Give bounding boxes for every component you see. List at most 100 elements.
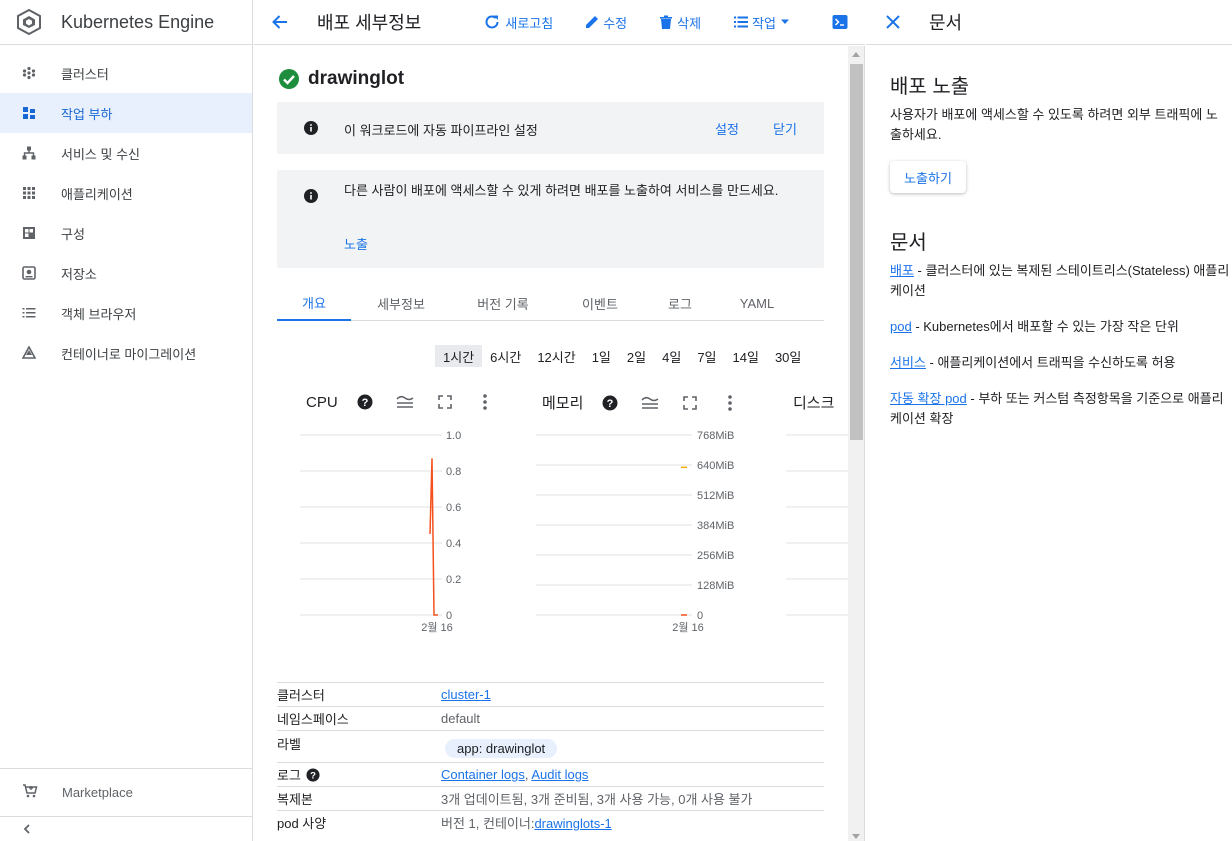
range-14d[interactable]: 14일 bbox=[725, 345, 767, 367]
doc-link[interactable]: 자동 확장 pod bbox=[890, 391, 967, 406]
range-7d[interactable]: 7일 bbox=[689, 345, 724, 367]
refresh-icon bbox=[485, 15, 499, 29]
help-icon[interactable]: ? bbox=[600, 393, 620, 413]
y-tick-label: 1.0 bbox=[446, 430, 461, 442]
workloads-icon bbox=[22, 106, 36, 120]
audit-logs-link[interactable]: Audit logs bbox=[531, 767, 588, 782]
cpu-chart-title: CPU bbox=[306, 393, 338, 411]
fullscreen-icon[interactable] bbox=[435, 392, 455, 412]
detail-row-labels: 라벨 app: drawinglot bbox=[277, 730, 824, 762]
dismiss-banner-link[interactable]: 닫기 bbox=[773, 119, 797, 138]
doc-text: - Kubernetes에서 배포할 수 있는 가장 작은 단위 bbox=[911, 319, 1179, 334]
legend-toggle-icon[interactable] bbox=[640, 393, 660, 413]
sidebar-item-object-browser[interactable]: 객체 브라우저 bbox=[0, 293, 252, 333]
docs-side-panel: 문서 배포 노출 사용자가 배포에 액세스할 수 있도록 하려면 외부 트래픽에… bbox=[866, 0, 1232, 841]
y-tick-label: 128MiB bbox=[697, 580, 734, 592]
migrate-icon bbox=[22, 346, 36, 360]
sidebar-nav: 클러스터 작업 부하 서비스 및 수신 애플리케이션 구성 저장소 객체 브라우… bbox=[0, 53, 252, 373]
sidebar-item-label: 저장소 bbox=[61, 266, 97, 282]
tab-yaml[interactable]: YAML bbox=[715, 286, 799, 321]
y-tick-label: 0 bbox=[446, 610, 452, 622]
close-panel-button[interactable] bbox=[885, 14, 903, 30]
status-ok-icon bbox=[279, 69, 299, 89]
range-2d[interactable]: 2일 bbox=[619, 345, 654, 367]
left-sidebar: Kubernetes Engine 클러스터 작업 부하 서비스 및 수신 애플… bbox=[0, 0, 253, 841]
edit-button[interactable]: 수정 bbox=[585, 13, 627, 32]
expose-description-line: 출하세요. bbox=[890, 127, 942, 142]
sidebar-item-applications[interactable]: 애플리케이션 bbox=[0, 173, 252, 213]
page-title: 배포 세부정보 bbox=[317, 13, 422, 33]
cluster-link[interactable]: cluster-1 bbox=[441, 687, 491, 702]
info-icon bbox=[304, 189, 318, 203]
disk-chart bbox=[786, 434, 848, 616]
expose-link[interactable]: 노출 bbox=[344, 234, 368, 253]
logs-key-label: 로그 bbox=[277, 768, 301, 783]
tab-events[interactable]: 이벤트 bbox=[555, 286, 645, 321]
expose-banner: 다른 사람이 배포에 액세스할 수 있게 하려면 배포를 노출하여 서비스를 만… bbox=[277, 170, 824, 268]
help-icon[interactable]: ? bbox=[306, 767, 320, 782]
main-scrollbar[interactable] bbox=[848, 46, 865, 841]
sidebar-item-migrate[interactable]: 컨테이너로 마이그레이션 bbox=[0, 333, 252, 373]
sidebar-item-config[interactable]: 구성 bbox=[0, 213, 252, 253]
range-30d[interactable]: 30일 bbox=[767, 345, 809, 367]
doc-item-autoscale: 자동 확장 pod - 부하 또는 커스텀 측정항목을 기준으로 애플리 케이션… bbox=[890, 389, 1232, 429]
container-logs-link[interactable]: Container logs bbox=[441, 767, 525, 782]
doc-link[interactable]: 배포 bbox=[890, 263, 914, 278]
sidebar-item-services[interactable]: 서비스 및 수신 bbox=[0, 133, 252, 173]
sidebar-item-label: 서비스 및 수신 bbox=[61, 146, 140, 162]
sidebar-item-label: 작업 부하 bbox=[61, 106, 113, 122]
sidebar-item-marketplace[interactable]: Marketplace bbox=[0, 769, 252, 817]
setup-pipeline-link[interactable]: 설정 bbox=[715, 119, 739, 138]
actions-menu-button[interactable]: 작업 bbox=[734, 13, 794, 32]
tab-revision-history[interactable]: 버전 기록 bbox=[451, 286, 555, 321]
detail-row-cluster: 클러스터 cluster-1 bbox=[277, 682, 824, 706]
range-1d[interactable]: 1일 bbox=[584, 345, 619, 367]
container-link[interactable]: drawinglots-1 bbox=[534, 816, 611, 831]
marketplace-label: Marketplace bbox=[62, 785, 133, 800]
doc-link[interactable]: pod bbox=[890, 319, 912, 334]
range-4d[interactable]: 4일 bbox=[654, 345, 689, 367]
scroll-up-arrow-icon[interactable] bbox=[852, 52, 860, 57]
sidebar-item-label: 객체 브라우저 bbox=[61, 306, 137, 322]
detail-row-namespace: 네임스페이스 default bbox=[277, 706, 824, 730]
back-button[interactable] bbox=[271, 13, 293, 31]
main-content: drawinglot 이 워크로드에 자동 파이프라인 설정 설정 닫기 다른 … bbox=[254, 46, 848, 841]
refresh-button[interactable]: 새로고침 bbox=[483, 13, 553, 32]
sidebar-item-storage[interactable]: 저장소 bbox=[0, 253, 252, 293]
cpu-chart-header: CPU ? bbox=[306, 392, 495, 412]
expose-description: 사용자가 배포에 액세스할 수 있도록 하려면 외부 트래픽에 노 출하세요. bbox=[890, 105, 1232, 145]
docs-heading: 문서 bbox=[890, 232, 927, 254]
more-options-icon[interactable] bbox=[475, 392, 495, 412]
sidebar-item-clusters[interactable]: 클러스터 bbox=[0, 53, 252, 93]
range-12h[interactable]: 12시간 bbox=[529, 345, 583, 367]
x-tick-label: 2월 16 bbox=[421, 621, 453, 634]
more-options-icon[interactable] bbox=[720, 393, 740, 413]
scrollbar-thumb[interactable] bbox=[850, 64, 863, 440]
caret-down-icon bbox=[780, 19, 789, 24]
detail-key: 클러스터 bbox=[277, 688, 325, 703]
range-1h[interactable]: 1시간 bbox=[435, 345, 483, 367]
tab-details[interactable]: 세부정보 bbox=[351, 286, 451, 321]
tab-overview[interactable]: 개요 bbox=[277, 286, 351, 321]
tab-logs[interactable]: 로그 bbox=[645, 286, 715, 321]
legend-toggle-icon[interactable] bbox=[395, 392, 415, 412]
actions-label: 작업 bbox=[752, 15, 776, 31]
help-icon[interactable]: ? bbox=[355, 392, 375, 412]
disk-chart-title: 디스크 bbox=[793, 395, 835, 412]
doc-item-deployment: 배포 - 클러스터에 있는 복제된 스테이트리스(Stateless) 애플리 … bbox=[890, 261, 1232, 301]
close-icon bbox=[886, 15, 900, 29]
cloud-shell-button[interactable] bbox=[832, 14, 848, 30]
memory-chart-header: 메모리 ? bbox=[542, 392, 740, 413]
doc-link[interactable]: 서비스 bbox=[890, 355, 926, 370]
y-tick-label: 0.6 bbox=[446, 502, 461, 514]
delete-button[interactable]: 삭제 bbox=[659, 13, 701, 32]
sidebar-item-workloads[interactable]: 작업 부하 bbox=[0, 93, 252, 133]
kubernetes-engine-logo-icon bbox=[17, 8, 41, 36]
sidebar-item-label: 컨테이너로 마이그레이션 bbox=[61, 346, 197, 362]
range-6h[interactable]: 6시간 bbox=[482, 345, 529, 367]
pod-spec-value: 버전 1, 컨테이너: bbox=[441, 816, 535, 831]
scroll-down-arrow-icon[interactable] bbox=[852, 834, 860, 839]
fullscreen-icon[interactable] bbox=[680, 393, 700, 413]
collapse-sidebar-button[interactable] bbox=[0, 817, 252, 841]
expose-button[interactable]: 노출하기 bbox=[890, 161, 966, 193]
